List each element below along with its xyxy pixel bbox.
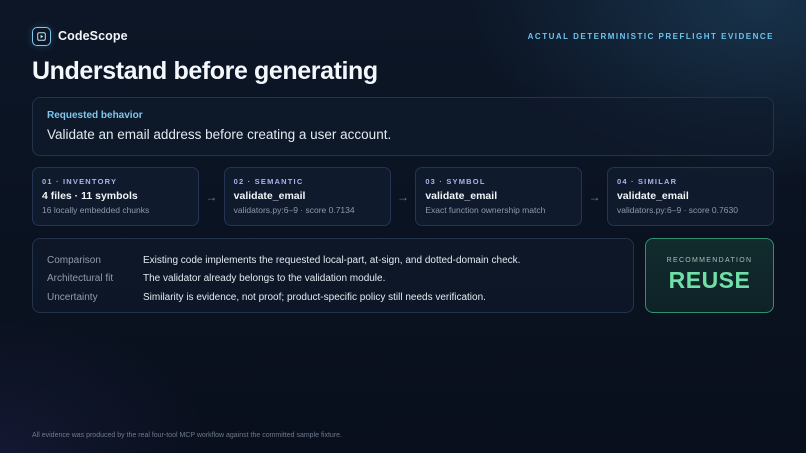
step-detail: 16 locally embedded chunks bbox=[42, 205, 150, 215]
step-semantic: 02 · SEMANTIC validate_email validators.… bbox=[223, 167, 391, 226]
page-title: Understand before generating bbox=[32, 57, 378, 85]
analysis-details: Comparison Existing code implements the … bbox=[32, 238, 634, 313]
detail-label: Architectural fit bbox=[47, 273, 114, 285]
detail-value: Similarity is evidence, not proof; produ… bbox=[143, 291, 486, 303]
play-square-icon bbox=[32, 26, 51, 46]
detail-value: The validator already belongs to the val… bbox=[143, 273, 386, 285]
detail-row-uncertainty: Uncertainty Similarity is evidence, not … bbox=[47, 288, 619, 307]
step-title: validate_email bbox=[233, 190, 306, 202]
detail-label: Uncertainty bbox=[47, 291, 98, 303]
arrow-right-icon: → bbox=[205, 189, 218, 204]
step-inventory: 01 · INVENTORY 4 files · 11 symbols 16 l… bbox=[32, 167, 199, 226]
detail-label: Comparison bbox=[47, 254, 101, 266]
recommendation-label: RECOMMENDATION bbox=[666, 257, 753, 264]
detail-value: Existing code implements the requested l… bbox=[143, 254, 521, 266]
brand[interactable]: CodeScope bbox=[32, 26, 128, 46]
step-detail: validators.py:6–9 · score 0.7134 bbox=[233, 205, 355, 215]
arrow-right-icon: → bbox=[588, 189, 601, 204]
brand-name: CodeScope bbox=[58, 29, 128, 43]
step-detail: Exact function ownership match bbox=[425, 205, 546, 215]
requested-behavior-card: Requested behavior Validate an email add… bbox=[32, 97, 774, 156]
footer-note: All evidence was produced by the real fo… bbox=[32, 432, 342, 439]
step-symbol: 03 · SYMBOL validate_email Exact functio… bbox=[415, 167, 583, 226]
step-label: 03 · SYMBOL bbox=[425, 177, 486, 186]
workflow-steps: 01 · INVENTORY 4 files · 11 symbols 16 l… bbox=[32, 167, 774, 226]
recommendation-card: RECOMMENDATION REUSE bbox=[645, 238, 774, 313]
requested-behavior-label: Requested behavior bbox=[47, 110, 143, 121]
recommendation-value: REUSE bbox=[668, 267, 751, 293]
step-similar: 04 · SIMILAR validate_email validators.p… bbox=[606, 167, 774, 226]
arrow-right-icon: → bbox=[396, 189, 409, 204]
step-detail: validators.py:6–9 · score 0.7630 bbox=[616, 205, 738, 215]
step-label: 02 · SEMANTIC bbox=[233, 177, 304, 186]
requested-behavior-text: Validate an email address before creatin… bbox=[47, 127, 392, 142]
detail-row-architectural-fit: Architectural fit The validator already … bbox=[47, 270, 619, 289]
step-title: validate_email bbox=[616, 190, 689, 202]
step-label: 04 · SIMILAR bbox=[616, 177, 678, 186]
step-title: 4 files · 11 symbols bbox=[42, 190, 138, 202]
tagline: ACTUAL DETERMINISTIC PREFLIGHT EVIDENCE bbox=[527, 31, 774, 41]
top-bar: CodeScope ACTUAL DETERMINISTIC PREFLIGHT… bbox=[32, 25, 774, 47]
detail-row-comparison: Comparison Existing code implements the … bbox=[47, 251, 619, 270]
step-label: 01 · INVENTORY bbox=[42, 177, 118, 186]
step-title: validate_email bbox=[425, 190, 498, 202]
